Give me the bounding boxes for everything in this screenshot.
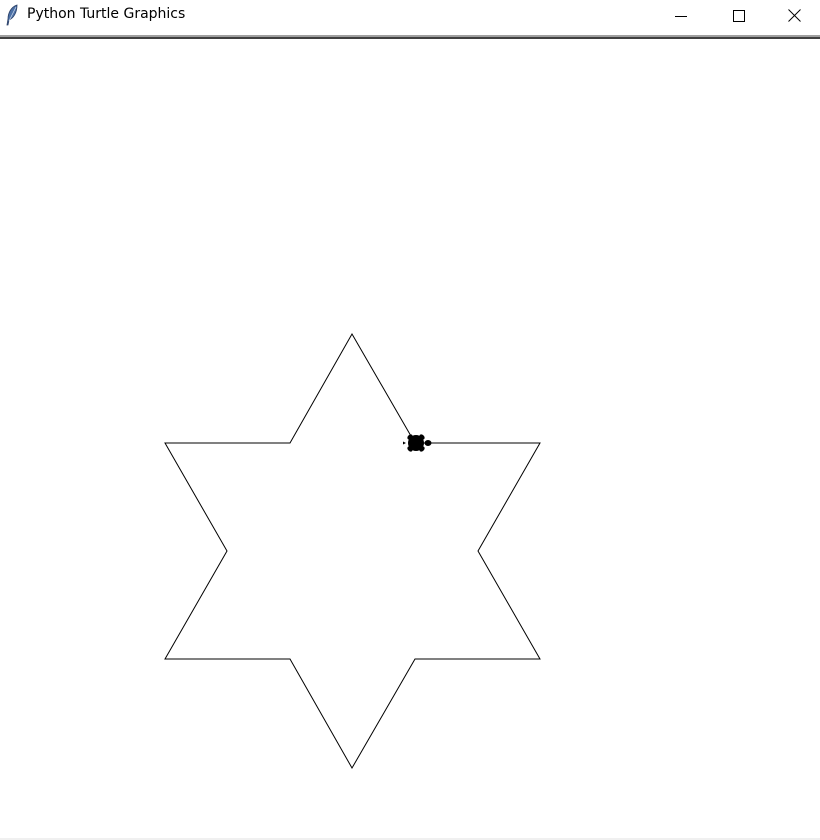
turtle-window: Python Turtle Graphics <box>0 0 820 840</box>
star-outline <box>164 332 541 770</box>
maximize-button[interactable] <box>710 0 768 31</box>
drawing-surface <box>164 332 541 770</box>
turtle-cursor <box>403 434 432 452</box>
close-icon <box>787 9 801 22</box>
feather-icon <box>6 4 18 26</box>
minimize-button[interactable] <box>652 0 710 31</box>
turtle-canvas[interactable] <box>0 39 820 838</box>
window-title: Python Turtle Graphics <box>27 6 186 22</box>
close-button[interactable] <box>768 0 820 31</box>
minimize-icon <box>675 15 687 17</box>
title-bar[interactable]: Python Turtle Graphics <box>0 0 820 31</box>
maximize-icon <box>733 9 745 22</box>
